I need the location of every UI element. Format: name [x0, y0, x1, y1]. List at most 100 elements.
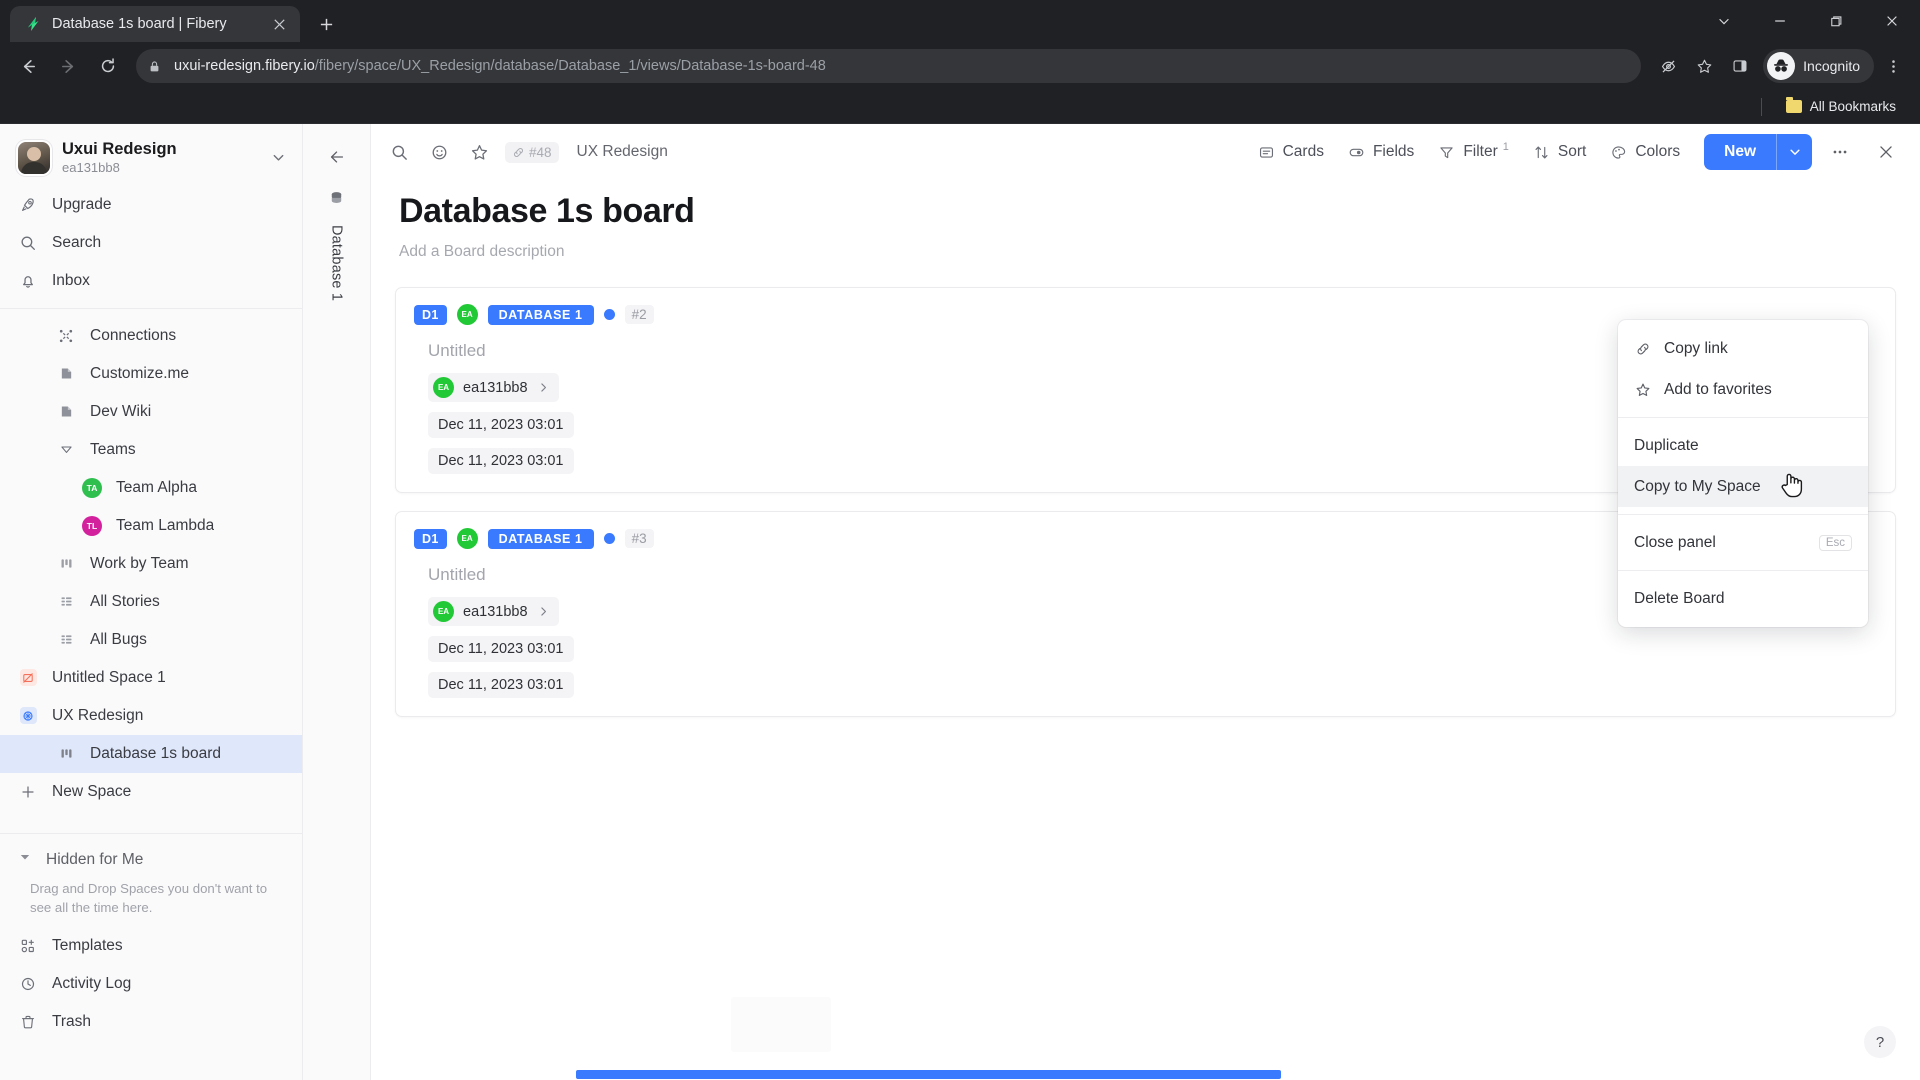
star-icon — [1634, 382, 1652, 398]
entity-rail: Database 1 — [303, 124, 371, 1080]
forward-button[interactable] — [50, 48, 86, 84]
card-short-tag[interactable]: D1 — [414, 304, 447, 325]
kebab-menu-icon[interactable] — [1876, 49, 1910, 83]
side-panel-icon[interactable] — [1723, 49, 1757, 83]
owner-pill[interactable]: EA ea131bb8 — [428, 597, 559, 626]
browser-tab[interactable]: Database 1s board | Fibery — [10, 6, 300, 42]
sidebar-item-work-by-team[interactable]: Work by Team — [0, 545, 302, 583]
horizontal-scrollbar-thumb[interactable] — [576, 1070, 1281, 1079]
toolbar-filter-button[interactable]: Filter 1 — [1428, 135, 1519, 169]
avatar-initials: EA — [437, 607, 450, 616]
card-short-tag[interactable]: D1 — [414, 528, 447, 549]
back-button[interactable] — [10, 48, 46, 84]
bookmark-star-icon[interactable] — [1687, 49, 1721, 83]
card-created-field: Dec 11, 2023 03:01 — [428, 636, 1877, 662]
page-title[interactable]: Database 1s board — [399, 192, 1892, 231]
chevron-right-icon[interactable] — [537, 381, 550, 394]
rocket-icon — [18, 196, 38, 214]
close-window-button[interactable] — [1864, 0, 1920, 42]
url-bar[interactable]: uxui-redesign.fibery.io/fibery/space/UX_… — [136, 49, 1642, 83]
menu-divider — [1618, 417, 1868, 418]
sidebar-label: Work by Team — [90, 554, 189, 572]
sidebar-item-upgrade[interactable]: Upgrade — [0, 186, 302, 224]
card-number-badge: #3 — [624, 529, 654, 548]
incognito-profile-button[interactable]: Incognito — [1763, 49, 1874, 83]
doc-icon — [56, 404, 76, 419]
sidebar-item-all-stories[interactable]: All Stories — [0, 583, 302, 621]
sidebar-item-connections[interactable]: Connections — [0, 317, 302, 355]
menu-item-duplicate[interactable]: Duplicate — [1618, 425, 1868, 466]
card-owner-field[interactable]: EA ea131bb8 — [428, 373, 559, 402]
menu-item-label: Copy to My Space — [1634, 477, 1761, 495]
hidden-for-me-header[interactable]: Hidden for Me — [0, 842, 302, 878]
ellipsis-icon[interactable] — [1822, 134, 1858, 170]
card-database-tag[interactable]: DATABASE 1 — [487, 528, 594, 549]
horizontal-scrollbar-track[interactable] — [371, 1068, 1920, 1080]
sidebar-item-teams[interactable]: Teams — [0, 431, 302, 469]
sidebar-item-all-bugs[interactable]: All Bugs — [0, 621, 302, 659]
chevron-down-icon[interactable] — [268, 150, 288, 165]
sidebar-item-templates[interactable]: Templates — [0, 927, 302, 965]
board-description-placeholder[interactable]: Add a Board description — [399, 243, 1892, 261]
sidebar-item-team-lambda[interactable]: TL Team Lambda — [0, 507, 302, 545]
sidebar-item-new-space[interactable]: New Space — [0, 773, 302, 811]
toolbar-button-label: Fields — [1372, 143, 1415, 160]
toolbar-cards-button[interactable]: Cards — [1248, 135, 1334, 169]
owner-pill[interactable]: EA ea131bb8 — [428, 373, 559, 402]
team-avatar: TL — [82, 515, 102, 536]
help-button[interactable]: ? — [1864, 1026, 1896, 1058]
new-dropdown-caret-icon[interactable] — [1776, 134, 1812, 170]
created-date[interactable]: Dec 11, 2023 03:01 — [428, 412, 574, 438]
sidebar-item-inbox[interactable]: Inbox — [0, 262, 302, 300]
sidebar-item-ux-redesign[interactable]: UX Redesign — [0, 697, 302, 735]
sidebar-item-trash[interactable]: Trash — [0, 1003, 302, 1041]
fibery-logo-icon — [24, 15, 42, 33]
created-date[interactable]: Dec 11, 2023 03:01 — [428, 636, 574, 662]
space-name-label[interactable]: UX Redesign — [577, 143, 668, 161]
sidebar-item-activity-log[interactable]: Activity Log — [0, 965, 302, 1003]
modified-date[interactable]: Dec 11, 2023 03:01 — [428, 672, 574, 698]
menu-item-add-to-favorites[interactable]: Add to favorites — [1618, 369, 1868, 410]
card-database-tag[interactable]: DATABASE 1 — [487, 304, 594, 325]
filter-icon — [1438, 144, 1455, 161]
emoji-icon[interactable] — [421, 135, 457, 169]
rail-database-label[interactable]: Database 1 — [329, 225, 345, 301]
workspace-header[interactable]: Uxui Redesign ea131bb8 — [0, 132, 302, 186]
sidebar-item-team-alpha[interactable]: TA Team Alpha — [0, 469, 302, 507]
all-bookmarks-button[interactable]: All Bookmarks — [1778, 96, 1904, 117]
modified-date[interactable]: Dec 11, 2023 03:01 — [428, 448, 574, 474]
sidebar-item-database-1s-board[interactable]: Database 1s board — [0, 734, 302, 773]
sort-icon — [1533, 144, 1550, 161]
sidebar-item-search[interactable]: Search — [0, 224, 302, 262]
chevron-right-icon[interactable] — [537, 605, 550, 618]
entity-id-chip[interactable]: #48 — [505, 141, 559, 163]
tab-close-icon[interactable] — [268, 13, 290, 35]
minimize-button[interactable] — [1752, 0, 1808, 42]
plus-icon — [18, 784, 38, 800]
toolbar-fields-button[interactable]: Fields — [1338, 135, 1424, 169]
sidebar-resize-handle[interactable] — [299, 124, 302, 1080]
card-owner-field[interactable]: EA ea131bb8 — [428, 597, 559, 626]
eye-off-icon[interactable] — [1651, 49, 1685, 83]
tab-search-icon[interactable] — [1696, 0, 1752, 42]
toolbar-colors-button[interactable]: Colors — [1600, 135, 1690, 169]
sidebar-item-untitled-space-1[interactable]: Untitled Space 1 — [0, 659, 302, 697]
reload-button[interactable] — [90, 48, 126, 84]
sidebar-item-customize-me[interactable]: Customize.me — [0, 355, 302, 393]
menu-item-close-panel[interactable]: Close panel Esc — [1618, 522, 1868, 563]
menu-item-delete-board[interactable]: Delete Board — [1618, 578, 1868, 619]
new-button[interactable]: New — [1704, 134, 1776, 170]
sidebar-item-dev-wiki[interactable]: Dev Wiki — [0, 393, 302, 431]
menu-item-label: Duplicate — [1634, 436, 1699, 454]
new-tab-button[interactable] — [310, 8, 342, 40]
maximize-button[interactable] — [1808, 0, 1864, 42]
close-panel-icon[interactable] — [1868, 134, 1904, 170]
toolbar-sort-button[interactable]: Sort — [1523, 135, 1596, 169]
search-icon[interactable] — [381, 135, 417, 169]
star-icon[interactable] — [461, 135, 497, 169]
back-arrow-icon[interactable] — [322, 142, 352, 172]
menu-item-copy-to-my-space[interactable]: Copy to My Space — [1618, 466, 1868, 507]
avatar: EA — [456, 304, 478, 325]
menu-item-copy-link[interactable]: Copy link — [1618, 328, 1868, 369]
url-host: uxui-redesign.fibery.io — [174, 58, 315, 74]
